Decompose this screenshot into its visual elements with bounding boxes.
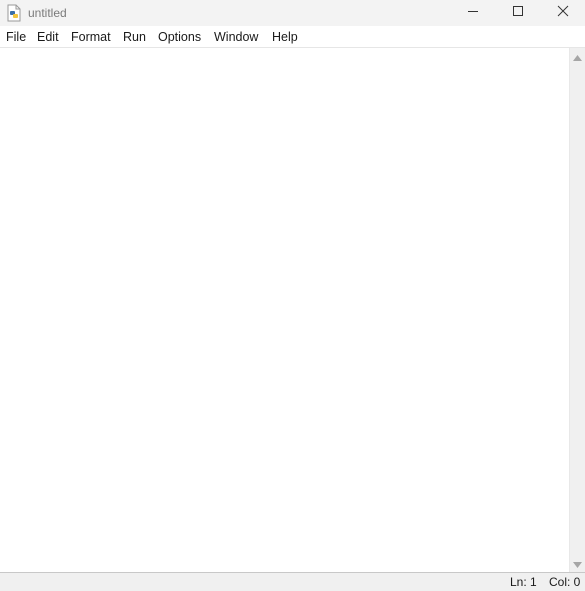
menu-file[interactable]: File [5,29,27,45]
scroll-down-arrow-icon [573,555,582,573]
maximize-button[interactable] [495,0,541,26]
scroll-up-arrow-icon [573,48,582,66]
editor-text-area[interactable] [0,48,569,572]
window-title: untitled [28,6,67,20]
vertical-scrollbar[interactable] [569,48,585,572]
menu-help[interactable]: Help [271,29,299,45]
status-column-number: Col: 0 [549,575,581,589]
title-bar[interactable]: untitled [0,0,585,26]
menu-run[interactable]: Run [122,29,147,45]
maximize-icon [512,4,524,22]
menu-bar: File Edit Format Run Options Window Help [0,26,585,48]
status-bar: Ln: 1 Col: 0 [0,572,585,591]
status-line-number: Ln: 1 [510,575,537,589]
menu-window[interactable]: Window [213,29,259,45]
menu-format[interactable]: Format [70,29,112,45]
idle-editor-window: untitled File Edit Format Run Options Wi… [0,0,585,591]
menu-options[interactable]: Options [157,29,202,45]
close-icon [557,4,569,22]
scroll-down-button[interactable] [570,555,585,572]
minimize-icon [467,4,479,22]
scroll-up-button[interactable] [570,48,585,65]
minimize-button[interactable] [450,0,496,26]
python-idle-icon[interactable] [6,4,22,22]
close-button[interactable] [540,0,585,26]
menu-edit[interactable]: Edit [36,29,60,45]
